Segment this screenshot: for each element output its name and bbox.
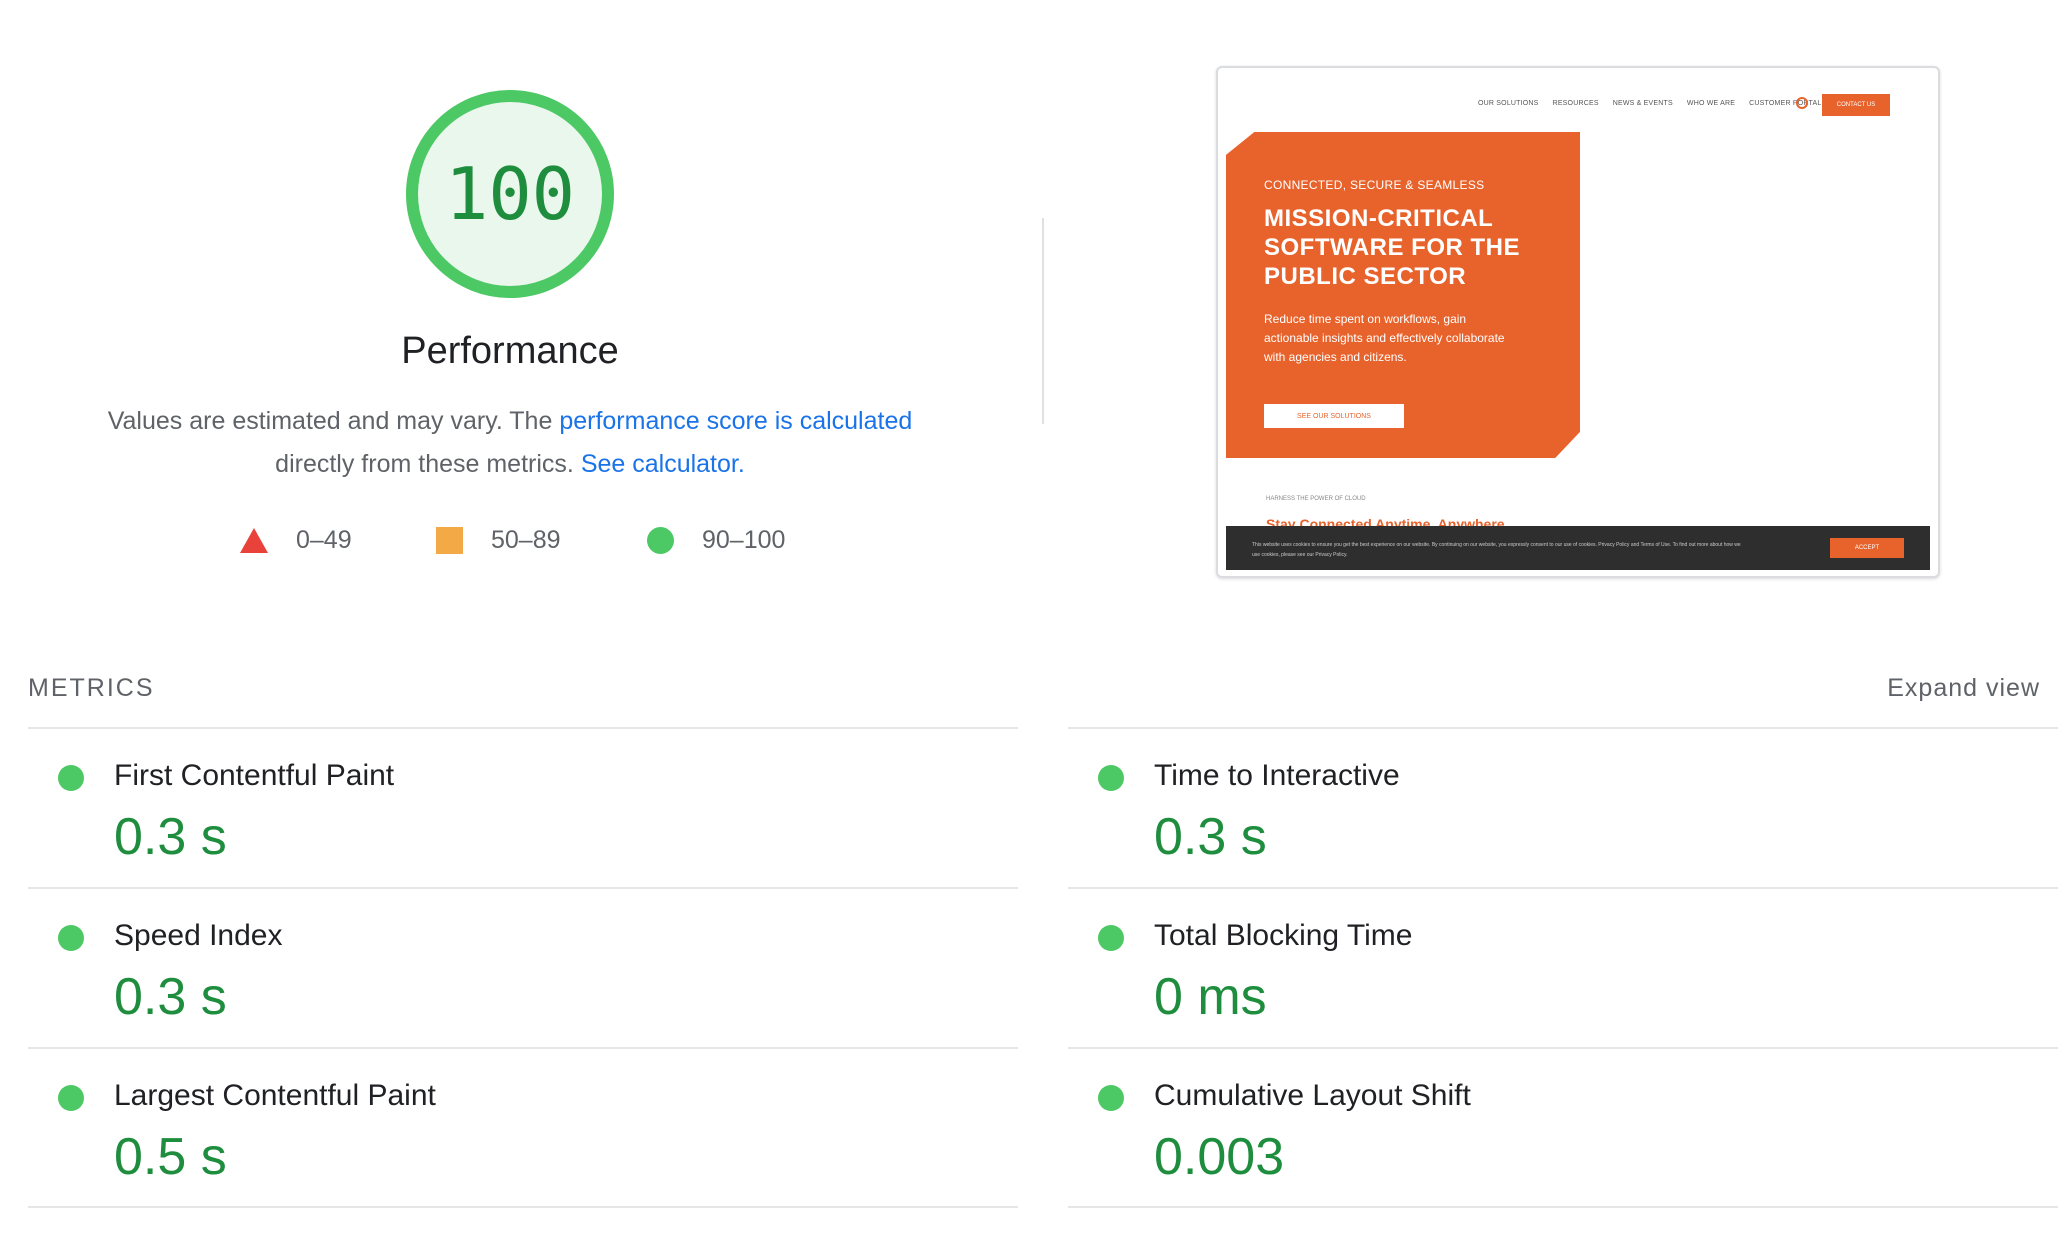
see-calculator-link[interactable]: See calculator. bbox=[581, 450, 745, 478]
metric-speed-index: Speed Index 0.3 s bbox=[28, 889, 1008, 1047]
thumbnail-nav: OUR SOLUTIONS RESOURCES NEWS & EVENTS WH… bbox=[1478, 100, 1821, 107]
performance-score-gauge: 100 bbox=[404, 88, 616, 300]
hero-title: MISSION-CRITICAL SOFTWARE FOR THE PUBLIC… bbox=[1264, 205, 1520, 290]
metric-label: Total Blocking Time bbox=[1154, 919, 1413, 952]
thumbnail-cookie-banner: This website uses cookies to ensure you … bbox=[1226, 526, 1930, 570]
expand-view-toggle[interactable]: Expand view bbox=[1887, 674, 2040, 703]
description-text-1: Values are estimated and may vary. The bbox=[107, 407, 560, 435]
thumbnail-hero: CONNECTED, SECURE & SEAMLESS MISSION-CRI… bbox=[1226, 132, 1580, 458]
metric-time-to-interactive: Time to Interactive 0.3 s bbox=[1068, 729, 2048, 887]
score-calculated-link[interactable]: performance score is calculated bbox=[559, 407, 912, 435]
metrics-divider bbox=[1068, 1206, 2058, 1208]
legend-label: 50–89 bbox=[491, 526, 561, 554]
orange-square-icon bbox=[436, 527, 463, 554]
metric-label: First Contentful Paint bbox=[114, 759, 395, 792]
green-circle-icon bbox=[58, 1085, 84, 1111]
green-circle-icon bbox=[1098, 1085, 1124, 1111]
metrics-divider bbox=[28, 1206, 1018, 1208]
metric-value: 0.3 s bbox=[1154, 808, 1267, 866]
red-triangle-icon bbox=[240, 528, 268, 553]
thumbnail-search-icon bbox=[1796, 97, 1808, 109]
green-circle-icon bbox=[58, 925, 84, 951]
metrics-header: METRICS bbox=[28, 674, 155, 702]
legend-item-fail: 0–49 bbox=[240, 526, 352, 555]
hero-button: SEE OUR SOLUTIONS bbox=[1264, 404, 1404, 428]
hero-eyebrow: CONNECTED, SECURE & SEAMLESS bbox=[1264, 178, 1485, 192]
legend-item-pass: 90–100 bbox=[647, 526, 785, 555]
metric-largest-contentful-paint: Largest Contentful Paint 0.5 s bbox=[28, 1049, 1008, 1207]
green-circle-icon bbox=[1098, 765, 1124, 791]
cookie-text: This website uses cookies to ensure you … bbox=[1252, 542, 1741, 558]
thumbnail-sub-eyebrow: HARNESS THE POWER OF CLOUD bbox=[1266, 496, 1366, 502]
score-description: Values are estimated and may vary. The p… bbox=[60, 400, 960, 486]
legend-label: 90–100 bbox=[702, 526, 786, 554]
thumbnail-nav-item: NEWS & EVENTS bbox=[1612, 100, 1673, 107]
metric-total-blocking-time: Total Blocking Time 0 ms bbox=[1068, 889, 2048, 1047]
metric-value: 0.3 s bbox=[114, 808, 227, 866]
metric-value: 0.3 s bbox=[114, 968, 227, 1026]
metric-first-contentful-paint: First Contentful Paint 0.3 s bbox=[28, 729, 1008, 887]
thumbnail-contact-button: CONTACT US bbox=[1822, 94, 1890, 116]
vertical-divider bbox=[1042, 218, 1044, 424]
cookie-accept-button: ACCEPT bbox=[1830, 538, 1904, 558]
metric-cumulative-layout-shift: Cumulative Layout Shift 0.003 bbox=[1068, 1049, 2048, 1207]
description-text-2: directly from these metrics. bbox=[275, 450, 581, 478]
green-circle-icon bbox=[647, 527, 674, 554]
metric-value: 0.5 s bbox=[114, 1128, 227, 1186]
legend-item-average: 50–89 bbox=[436, 526, 561, 555]
green-circle-icon bbox=[1098, 925, 1124, 951]
hero-body: Reduce time spent on workflows, gain act… bbox=[1264, 312, 1505, 364]
thumbnail-nav-item: CUSTOMER PORTAL bbox=[1749, 100, 1822, 107]
green-circle-icon bbox=[58, 765, 84, 791]
metric-label: Time to Interactive bbox=[1154, 759, 1400, 792]
metric-value: 0 ms bbox=[1154, 968, 1267, 1026]
legend-label: 0–49 bbox=[296, 526, 352, 554]
thumbnail-nav-item: RESOURCES bbox=[1552, 100, 1599, 107]
metric-value: 0.003 bbox=[1154, 1128, 1285, 1186]
metric-label: Largest Contentful Paint bbox=[114, 1079, 436, 1112]
thumbnail-nav-item: WHO WE ARE bbox=[1686, 100, 1736, 107]
thumbnail-nav-item: OUR SOLUTIONS bbox=[1478, 100, 1539, 107]
metric-label: Speed Index bbox=[114, 919, 283, 952]
score-title: Performance bbox=[401, 330, 619, 372]
score-value: 100 bbox=[444, 152, 576, 236]
final-screenshot-thumbnail[interactable]: OUR SOLUTIONS RESOURCES NEWS & EVENTS WH… bbox=[1216, 66, 1940, 578]
metric-label: Cumulative Layout Shift bbox=[1154, 1079, 1471, 1112]
